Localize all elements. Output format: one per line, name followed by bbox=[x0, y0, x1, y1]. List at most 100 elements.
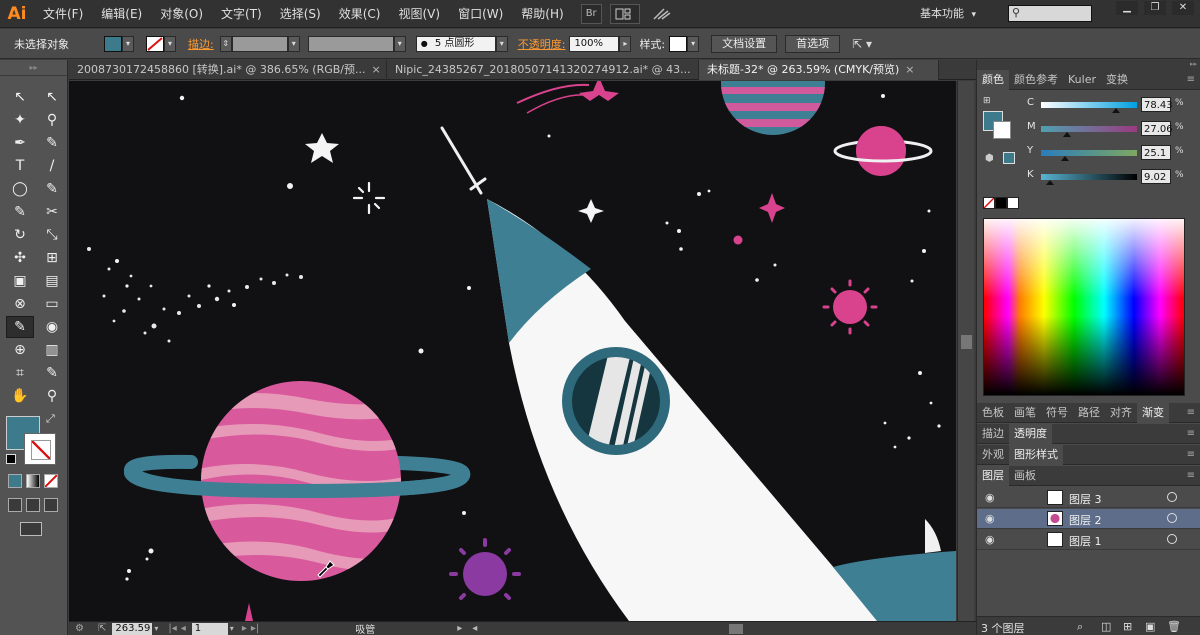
menu-item-8[interactable]: 帮助(H) bbox=[512, 0, 572, 28]
arrange-documents-button[interactable] bbox=[609, 3, 640, 24]
stroke-dropdown[interactable]: ▾ bbox=[164, 35, 176, 52]
menu-item-5[interactable]: 效果(C) bbox=[330, 0, 390, 28]
color-spectrum[interactable] bbox=[983, 218, 1185, 396]
document-tab-1[interactable]: Nipic_24385267_20180507141320274912.ai* … bbox=[387, 60, 699, 80]
eye-icon[interactable]: ◉ bbox=[985, 533, 995, 546]
menu-item-7[interactable]: 窗口(W) bbox=[449, 0, 512, 28]
graphic-style-swatch[interactable] bbox=[669, 35, 688, 52]
panel-swap-icon[interactable]: ⊞ bbox=[983, 96, 991, 106]
next-artboard-icon[interactable]: ▸ bbox=[242, 623, 247, 634]
draw-behind-button[interactable] bbox=[26, 498, 40, 512]
artboard-canvas[interactable] bbox=[69, 81, 956, 621]
gradient-mode-button[interactable] bbox=[26, 474, 40, 488]
prev-artboard-icon[interactable]: ◂ bbox=[181, 623, 186, 634]
panel-menu-icon[interactable]: ≡ bbox=[1187, 70, 1200, 89]
panel-tab-panel_group4-0[interactable]: 外观 bbox=[977, 445, 1009, 465]
out-of-gamut-icon[interactable]: ⬢ bbox=[985, 153, 994, 164]
channel-slider-handle[interactable] bbox=[1061, 156, 1069, 161]
menu-item-6[interactable]: 视图(V) bbox=[389, 0, 449, 28]
panel-tab-panel_group2-4[interactable]: 对齐 bbox=[1105, 403, 1137, 423]
help-search-input[interactable]: ⚲ bbox=[1008, 5, 1092, 22]
close-icon[interactable]: × bbox=[371, 63, 380, 76]
stroke-color-swatch[interactable] bbox=[146, 35, 164, 52]
artboard-dropdown-icon[interactable]: ▾ bbox=[230, 624, 234, 633]
panel-menu-icon[interactable]: ≡ bbox=[1187, 424, 1200, 443]
new-layer-icon[interactable]: ▣ bbox=[1145, 620, 1155, 633]
arrange-icon[interactable]: ⇱ ▾ bbox=[852, 37, 872, 51]
toolbox-stroke-swatch[interactable] bbox=[24, 433, 56, 465]
menu-item-2[interactable]: 对象(O) bbox=[151, 0, 212, 28]
tool-9-icon[interactable]: ✎ bbox=[38, 178, 66, 200]
channel-slider-track[interactable] bbox=[1041, 150, 1137, 156]
close-icon[interactable]: × bbox=[905, 63, 914, 76]
screen-mode-button[interactable] bbox=[20, 522, 42, 536]
gpu-performance-button[interactable] bbox=[648, 4, 676, 24]
opacity-field[interactable]: 100% bbox=[569, 35, 620, 52]
opacity-label[interactable]: 不透明度: bbox=[518, 36, 566, 52]
panel-tab-color_panel-1[interactable]: 颜色参考 bbox=[1009, 70, 1063, 90]
close-button[interactable]: ✕ bbox=[1172, 1, 1194, 15]
tool-25-icon[interactable]: ✎ bbox=[38, 362, 66, 384]
tool-24-icon[interactable]: ⌗ bbox=[6, 362, 34, 384]
tool-5-icon[interactable]: ✎ bbox=[38, 132, 66, 154]
tool-17-icon[interactable]: ▤ bbox=[38, 270, 66, 292]
tool-6-icon[interactable]: T bbox=[6, 155, 34, 177]
panel-tab-panel_group2-5[interactable]: 渐变 bbox=[1137, 403, 1169, 423]
restore-button[interactable]: ❐ bbox=[1144, 1, 1166, 15]
panel-menu-icon[interactable]: ≡ bbox=[1187, 445, 1200, 464]
channel-slider-track[interactable] bbox=[1041, 174, 1137, 180]
status-options-icon[interactable]: ⚙ bbox=[75, 623, 84, 634]
brush-dropdown[interactable]: ▾ bbox=[495, 35, 508, 52]
profile-dropdown[interactable]: ▾ bbox=[393, 35, 406, 52]
delete-layer-icon[interactable]: 🗑 bbox=[1167, 620, 1181, 633]
layer-target-icon[interactable] bbox=[1167, 513, 1177, 523]
panel-tab-panel_group5-1[interactable]: 画板 bbox=[1009, 466, 1041, 486]
menu-item-1[interactable]: 编辑(E) bbox=[92, 0, 151, 28]
brush-definition-field[interactable]: ● 5 点圆形 bbox=[415, 35, 496, 52]
tool-8-icon[interactable]: ◯ bbox=[6, 178, 34, 200]
panel-tab-panel_group3-0[interactable]: 描边 bbox=[977, 424, 1009, 444]
menu-item-4[interactable]: 选择(S) bbox=[271, 0, 330, 28]
tool-13-icon[interactable]: ⤡ bbox=[38, 224, 66, 246]
stroke-weight-dropdown[interactable]: ▾ bbox=[287, 35, 300, 52]
panel-tab-color_panel-0[interactable]: 颜色 bbox=[977, 70, 1009, 90]
panel-menu-icon[interactable]: ≡ bbox=[1187, 403, 1200, 422]
menu-item-3[interactable]: 文字(T) bbox=[212, 0, 271, 28]
menu-item-0[interactable]: 文件(F) bbox=[34, 0, 92, 28]
tool-3-icon[interactable]: ⚲ bbox=[38, 109, 66, 131]
artboard-number-field[interactable]: 1 bbox=[191, 622, 228, 635]
opacity-dropdown[interactable]: ▸ bbox=[619, 35, 632, 52]
zoom-dropdown-icon[interactable]: ▾ bbox=[154, 624, 158, 633]
tool-4-icon[interactable]: ✒ bbox=[6, 132, 34, 154]
document-setup-button[interactable]: 文档设置 bbox=[711, 34, 778, 53]
channel-value-field[interactable]: 9.02 bbox=[1141, 169, 1171, 184]
none-color-swatch[interactable] bbox=[983, 197, 995, 209]
layer-row[interactable]: ◉ 图层 2 bbox=[977, 509, 1200, 529]
zoom-field[interactable]: 263.59 bbox=[112, 622, 153, 635]
eye-icon[interactable]: ◉ bbox=[985, 491, 995, 504]
stroke-weight-field[interactable] bbox=[231, 35, 288, 52]
bridge-button[interactable]: Br bbox=[580, 3, 602, 24]
tool-26-icon[interactable]: ✋ bbox=[6, 385, 34, 407]
tool-15-icon[interactable]: ⊞ bbox=[38, 247, 66, 269]
vertical-scroll-thumb[interactable] bbox=[961, 335, 972, 349]
document-tab-2[interactable]: 未标题-32* @ 263.59% (CMYK/预览) × bbox=[699, 60, 939, 80]
panel-stroke-swatch[interactable] bbox=[993, 121, 1011, 139]
minimize-button[interactable]: ▁ bbox=[1116, 1, 1138, 15]
make-clipping-mask-icon[interactable]: ◫ bbox=[1101, 620, 1111, 633]
panel-tab-panel_group3-1[interactable]: 透明度 bbox=[1009, 424, 1052, 444]
tool-1-icon[interactable]: ↖ bbox=[38, 86, 66, 108]
variable-width-profile[interactable] bbox=[307, 35, 394, 52]
tool-20-icon[interactable]: ✎ bbox=[6, 316, 34, 338]
panel-tab-panel_group2-1[interactable]: 画笔 bbox=[1009, 403, 1041, 423]
tool-2-icon[interactable]: ✦ bbox=[6, 109, 34, 131]
eye-icon[interactable]: ◉ bbox=[985, 512, 995, 525]
tool-12-icon[interactable]: ↻ bbox=[6, 224, 34, 246]
tool-21-icon[interactable]: ◉ bbox=[38, 316, 66, 338]
layer-row[interactable]: ◉ 图层 1 bbox=[977, 530, 1200, 550]
layer-name[interactable]: 图层 2 bbox=[1069, 512, 1102, 528]
panel-tab-panel_group2-0[interactable]: 色板 bbox=[977, 403, 1009, 423]
horizontal-scroll-thumb[interactable] bbox=[729, 624, 743, 634]
panel-tab-color_panel-3[interactable]: 变换 bbox=[1101, 70, 1133, 90]
panel-tab-panel_group4-1[interactable]: 图形样式 bbox=[1009, 445, 1063, 465]
